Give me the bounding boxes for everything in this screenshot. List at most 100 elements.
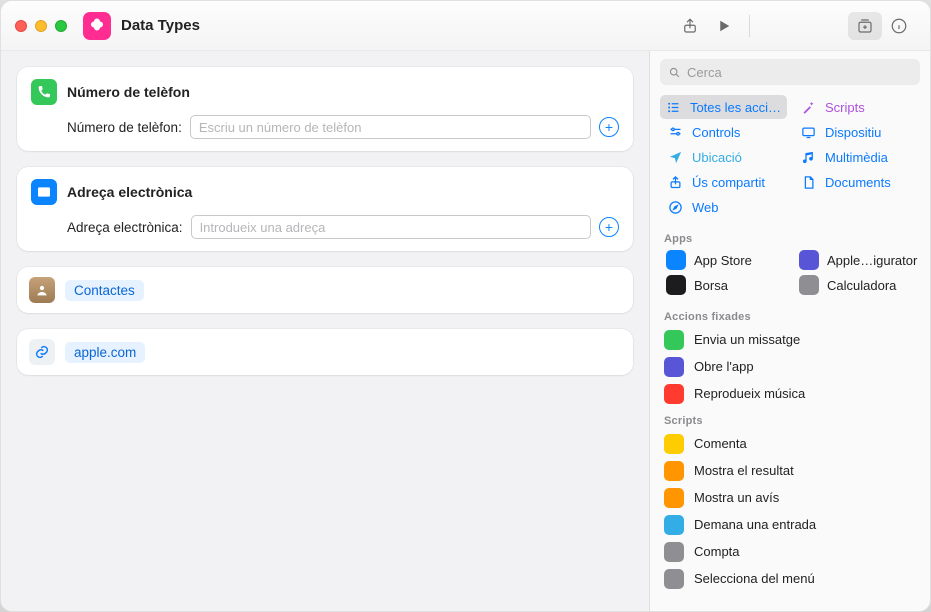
- app-label: Borsa: [694, 278, 728, 293]
- action-label: Mostra el resultat: [694, 463, 794, 478]
- field-label: Número de telèfon:: [67, 120, 182, 135]
- category-label: Controls: [692, 125, 740, 140]
- app-icon: [666, 275, 686, 295]
- section-apps: Apps: [650, 225, 930, 248]
- minimize-window-button[interactable]: [35, 20, 47, 32]
- action-phone-number[interactable]: Número de telèfon Número de telèfon: +: [17, 67, 633, 151]
- action-label: Compta: [694, 544, 740, 559]
- shortcut-icon: [83, 12, 111, 40]
- action-item[interactable]: Reprodueix música: [650, 380, 930, 407]
- action-label: Mostra un avís: [694, 490, 779, 505]
- action-contacts[interactable]: Contactes: [17, 267, 633, 313]
- action-icon: [664, 542, 684, 562]
- app-item[interactable]: Apple…igurator: [793, 248, 920, 272]
- safari-icon: [666, 198, 684, 216]
- music-icon: [799, 148, 817, 166]
- shortcuts-editor-window: Data Types Número de telèfon: [0, 0, 931, 612]
- action-label: Demana una entrada: [694, 517, 816, 532]
- action-label: Selecciona del menú: [694, 571, 815, 586]
- category-label: Scripts: [825, 100, 865, 115]
- sliders-icon: [666, 123, 684, 141]
- category-wand[interactable]: Scripts: [793, 95, 920, 119]
- action-item[interactable]: Mostra un avís: [650, 484, 930, 511]
- app-label: Apple…igurator: [827, 253, 917, 268]
- app-item[interactable]: Borsa: [660, 273, 787, 297]
- action-icon: [664, 434, 684, 454]
- action-item[interactable]: Obre l'app: [650, 353, 930, 380]
- action-label: Comenta: [694, 436, 747, 451]
- search-field[interactable]: [660, 59, 920, 85]
- editor-canvas[interactable]: Número de telèfon Número de telèfon: + A…: [1, 51, 649, 611]
- category-device[interactable]: Dispositiu: [793, 120, 920, 144]
- device-icon: [799, 123, 817, 141]
- category-doc[interactable]: Documents: [793, 170, 920, 194]
- action-icon: [664, 515, 684, 535]
- action-item[interactable]: Mostra el resultat: [650, 457, 930, 484]
- action-item[interactable]: Compta: [650, 538, 930, 565]
- app-icon: [799, 275, 819, 295]
- category-share[interactable]: Ús compartit: [660, 170, 787, 194]
- contacts-token[interactable]: Contactes: [65, 280, 144, 301]
- url-token[interactable]: apple.com: [65, 342, 145, 363]
- category-label: Ús compartit: [692, 175, 765, 190]
- list-icon: [666, 98, 682, 116]
- info-button[interactable]: [882, 12, 916, 40]
- action-title: Adreça electrònica: [67, 184, 192, 200]
- action-label: Envia un missatge: [694, 332, 800, 347]
- app-label: Calculadora: [827, 278, 896, 293]
- action-icon: [664, 461, 684, 481]
- category-list[interactable]: Totes les acci…: [660, 95, 787, 119]
- action-icon: [664, 330, 684, 350]
- category-music[interactable]: Multimèdia: [793, 145, 920, 169]
- category-label: Dispositiu: [825, 125, 881, 140]
- phone-input[interactable]: [190, 115, 591, 139]
- close-window-button[interactable]: [15, 20, 27, 32]
- app-icon: [799, 250, 819, 270]
- app-label: App Store: [694, 253, 752, 268]
- contacts-icon: [29, 277, 55, 303]
- search-input[interactable]: [687, 65, 912, 80]
- doc-icon: [799, 173, 817, 191]
- category-label: Totes les acci…: [690, 100, 781, 115]
- library-panel: Totes les acci… Scripts Controls Dispositiu…: [649, 51, 930, 611]
- action-icon: [664, 357, 684, 377]
- zoom-window-button[interactable]: [55, 20, 67, 32]
- category-label: Documents: [825, 175, 891, 190]
- app-icon: [666, 250, 686, 270]
- action-item[interactable]: Envia un missatge: [650, 326, 930, 353]
- action-email-address[interactable]: Adreça electrònica Adreça electrònica: +: [17, 167, 633, 251]
- email-input[interactable]: [191, 215, 591, 239]
- share-icon: [666, 173, 684, 191]
- library-toggle-button[interactable]: [848, 12, 882, 40]
- phone-icon: [31, 79, 57, 105]
- run-button[interactable]: [707, 12, 741, 40]
- link-icon: [29, 339, 55, 365]
- section-scripts: Scripts: [650, 407, 930, 430]
- action-icon: [664, 488, 684, 508]
- action-title: Número de telèfon: [67, 84, 190, 100]
- category-location[interactable]: Ubicació: [660, 145, 787, 169]
- window-title: Data Types: [121, 17, 200, 34]
- actions-list[interactable]: Apps App Store Apple…igurator Borsa Calcula…: [650, 225, 930, 611]
- location-icon: [666, 148, 684, 166]
- category-label: Web: [692, 200, 719, 215]
- action-item[interactable]: Comenta: [650, 430, 930, 457]
- category-label: Multimèdia: [825, 150, 888, 165]
- action-url[interactable]: apple.com: [17, 329, 633, 375]
- share-button[interactable]: [673, 12, 707, 40]
- app-item[interactable]: Calculadora: [793, 273, 920, 297]
- wand-icon: [799, 98, 817, 116]
- app-item[interactable]: App Store: [660, 248, 787, 272]
- action-item[interactable]: Selecciona del menú: [650, 565, 930, 592]
- category-label: Ubicació: [692, 150, 742, 165]
- action-label: Obre l'app: [694, 359, 754, 374]
- category-grid: Totes les acci… Scripts Controls Dispositiu…: [650, 93, 930, 225]
- add-variable-button[interactable]: +: [599, 217, 619, 237]
- category-sliders[interactable]: Controls: [660, 120, 787, 144]
- action-icon: [664, 569, 684, 589]
- category-safari[interactable]: Web: [660, 195, 787, 219]
- section-pinned: Accions fixades: [650, 303, 930, 326]
- action-item[interactable]: Demana una entrada: [650, 511, 930, 538]
- mail-icon: [31, 179, 57, 205]
- add-variable-button[interactable]: +: [599, 117, 619, 137]
